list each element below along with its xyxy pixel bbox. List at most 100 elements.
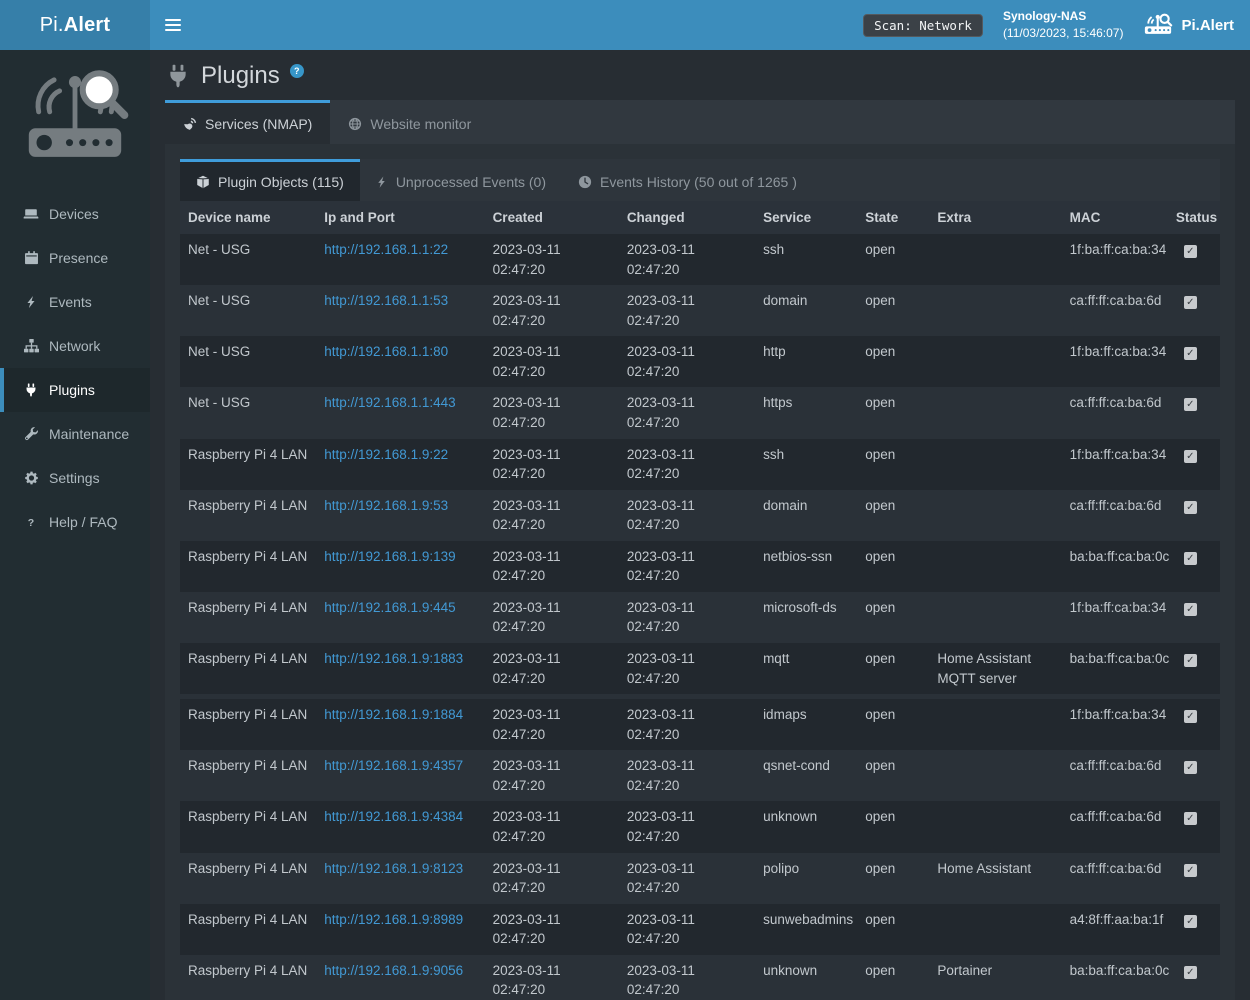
sidebar-item-label: Presence [49, 250, 108, 266]
ip-port-cell: http://192.168.1.1:443 [316, 387, 484, 438]
sidebar-toggle-button[interactable] [150, 0, 196, 50]
column-header-status[interactable]: Status [1168, 201, 1220, 234]
tab-services-nmap[interactable]: Services (NMAP) [165, 100, 330, 144]
navbar-brand-text: Pi.Alert [1181, 17, 1234, 34]
plugin-objects-table: Device name Ip and Port Created Changed … [180, 201, 1220, 1000]
ip-port-link[interactable]: http://192.168.1.1:53 [324, 293, 448, 308]
sidebar-item-devices[interactable]: Devices [0, 192, 150, 236]
column-header-service[interactable]: Service [755, 201, 857, 234]
ip-port-link[interactable]: http://192.168.1.9:139 [324, 549, 455, 564]
changed-cell: 2023-03-11 02:47:20 [619, 336, 755, 387]
status-checkbox[interactable]: ✓ [1184, 761, 1197, 774]
status-checkbox[interactable]: ✓ [1184, 864, 1197, 877]
status-cell: ✓ [1168, 801, 1220, 852]
column-header-state[interactable]: State [857, 201, 929, 234]
device-name-cell: Raspberry Pi 4 LAN [180, 853, 316, 904]
device-name-cell: Net - USG [180, 387, 316, 438]
service-cell: http [755, 336, 857, 387]
ip-port-link[interactable]: http://192.168.1.1:80 [324, 344, 448, 359]
sidebar-item-maintenance[interactable]: Maintenance [0, 412, 150, 456]
ip-port-link[interactable]: http://192.168.1.1:443 [324, 395, 455, 410]
created-cell: 2023-03-11 02:47:20 [485, 750, 619, 801]
status-checkbox[interactable]: ✓ [1184, 501, 1197, 514]
status-cell: ✓ [1168, 904, 1220, 955]
table-row: Raspberry Pi 4 LAN http://192.168.1.9:188… [180, 699, 1220, 750]
status-cell: ✓ [1168, 643, 1220, 694]
state-cell: open [857, 285, 929, 336]
column-header-changed[interactable]: Changed [619, 201, 755, 234]
column-header-ip-port[interactable]: Ip and Port [316, 201, 484, 234]
mac-cell: 1f:ba:ff:ca:ba:34 [1062, 592, 1168, 643]
tab-events-history[interactable]: Events History (50 out of 1265 ) [562, 159, 813, 201]
ip-port-cell: http://192.168.1.1:22 [316, 234, 484, 285]
ip-port-link[interactable]: http://192.168.1.9:53 [324, 498, 448, 513]
column-header-mac[interactable]: MAC [1062, 201, 1168, 234]
status-checkbox[interactable]: ✓ [1184, 654, 1197, 667]
sidebar-item-presence[interactable]: Presence [0, 236, 150, 280]
tab-label: Unprocessed Events (0) [396, 174, 546, 190]
ip-port-link[interactable]: http://192.168.1.9:8123 [324, 861, 463, 876]
status-checkbox[interactable]: ✓ [1184, 398, 1197, 411]
column-header-extra[interactable]: Extra [929, 201, 1061, 234]
navbar-brand-link[interactable]: Pi.Alert [1143, 12, 1234, 39]
mac-cell: ca:ff:ff:ca:ba:6d [1062, 853, 1168, 904]
status-checkbox[interactable]: ✓ [1184, 812, 1197, 825]
sidebar-item-help[interactable]: ? Help / FAQ [0, 500, 150, 544]
tab-unprocessed-events[interactable]: Unprocessed Events (0) [360, 159, 562, 201]
status-checkbox[interactable]: ✓ [1184, 966, 1197, 979]
sidebar-item-plugins[interactable]: Plugins [0, 368, 150, 412]
tab-website-monitor[interactable]: Website monitor [330, 100, 489, 144]
app-logo[interactable]: Pi.Alert [0, 0, 150, 50]
ip-port-link[interactable]: http://192.168.1.9:445 [324, 600, 455, 615]
column-header-device-name[interactable]: Device name [180, 201, 316, 234]
table-row: Net - USGhttp://192.168.1.1:802023-03-11… [180, 336, 1220, 387]
ip-port-link[interactable]: http://192.168.1.9:8989 [324, 912, 463, 927]
bolt-icon [22, 294, 40, 310]
state-cell: open [857, 592, 929, 643]
status-cell: ✓ [1168, 336, 1220, 387]
table-row: Raspberry Pi 4 LANhttp://192.168.1.9:222… [180, 439, 1220, 490]
status-checkbox[interactable]: ✓ [1184, 710, 1197, 723]
status-checkbox[interactable]: ✓ [1184, 347, 1197, 360]
sidebar-item-settings[interactable]: Settings [0, 456, 150, 500]
state-cell: open [857, 853, 929, 904]
ip-port-link[interactable]: http://192.168.1.1:22 [324, 242, 448, 257]
status-checkbox[interactable]: ✓ [1184, 603, 1197, 616]
device-name-cell: Raspberry Pi 4 LAN [180, 541, 316, 592]
router-search-icon [1143, 12, 1173, 39]
mac-cell: ba:ba:ff:ca:ba:0c [1062, 541, 1168, 592]
status-checkbox[interactable]: ✓ [1184, 296, 1197, 309]
device-name-cell: Raspberry Pi 4 LAN [180, 699, 316, 750]
help-badge[interactable]: ? [290, 64, 304, 78]
extra-cell: Portainer [929, 955, 1061, 1000]
service-cell: ssh [755, 234, 857, 285]
ip-port-link[interactable]: http://192.168.1.9:1883 [324, 651, 463, 666]
status-checkbox[interactable]: ✓ [1184, 450, 1197, 463]
created-cell: 2023-03-11 02:47:20 [485, 336, 619, 387]
ip-port-link[interactable]: http://192.168.1.9:22 [324, 447, 448, 462]
tab-plugin-objects[interactable]: Plugin Objects (115) [180, 159, 360, 201]
sidebar-item-label: Network [49, 338, 100, 354]
created-cell: 2023-03-11 02:47:20 [485, 541, 619, 592]
status-checkbox[interactable]: ✓ [1184, 245, 1197, 258]
sidebar-item-events[interactable]: Events [0, 280, 150, 324]
ip-port-link[interactable]: http://192.168.1.9:1884 [324, 707, 463, 722]
table-row: Raspberry Pi 4 LANhttp://192.168.1.9:435… [180, 750, 1220, 801]
mac-cell: ca:ff:ff:ca:ba:6d [1062, 285, 1168, 336]
column-header-created[interactable]: Created [485, 201, 619, 234]
plug-icon [22, 382, 40, 398]
ip-port-link[interactable]: http://192.168.1.9:9056 [324, 963, 463, 978]
state-cell: open [857, 801, 929, 852]
page-title: Plugins [166, 62, 280, 90]
status-checkbox[interactable]: ✓ [1184, 552, 1197, 565]
status-checkbox[interactable]: ✓ [1184, 915, 1197, 928]
clock-icon [578, 175, 592, 189]
ip-port-link[interactable]: http://192.168.1.9:4357 [324, 758, 463, 773]
mac-cell: 1f:ba:ff:ca:ba:34 [1062, 699, 1168, 750]
sidebar-item-network[interactable]: Network [0, 324, 150, 368]
device-name-cell: Raspberry Pi 4 LAN [180, 801, 316, 852]
page-title-text: Plugins [201, 62, 280, 90]
ip-port-link[interactable]: http://192.168.1.9:4384 [324, 809, 463, 824]
pialert-router-logo [0, 50, 150, 174]
service-cell: idmaps [755, 699, 857, 750]
